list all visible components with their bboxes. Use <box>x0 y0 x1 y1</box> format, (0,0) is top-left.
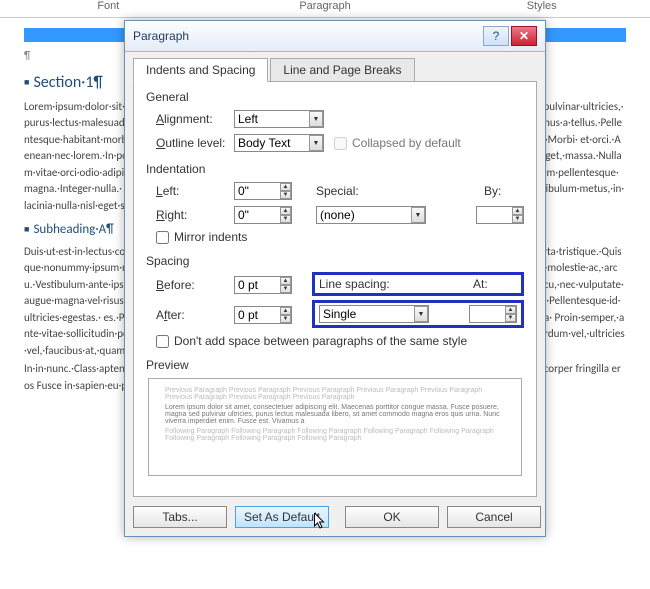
tab-indents-spacing[interactable]: Indents and Spacing <box>133 58 268 82</box>
group-title-preview: Preview <box>146 358 524 372</box>
spinner-icon[interactable]: ▲▼ <box>280 277 291 293</box>
dialog-tabs: Indents and Spacing Line and Page Breaks <box>125 52 545 82</box>
close-button[interactable]: ✕ <box>511 26 537 46</box>
preview-previous: Previous Paragraph Previous Paragraph Pr… <box>165 387 505 401</box>
help-button[interactable]: ? <box>483 26 509 46</box>
special-dropdown[interactable] <box>316 206 426 224</box>
dialog-titlebar[interactable]: Paragraph ? ✕ <box>125 21 545 52</box>
no-space-same-style-checkbox[interactable]: Don't add space between paragraphs of th… <box>146 334 524 348</box>
group-title-spacing: Spacing <box>146 254 524 268</box>
label-alignment: Alignment: <box>146 112 234 126</box>
tab-panel: General Alignment: ▼ Outline level: ▼ Co… <box>133 81 537 497</box>
spinner-icon[interactable]: ▲▼ <box>280 307 291 323</box>
spinner-icon[interactable]: ▲▼ <box>512 207 523 223</box>
dialog-buttons: Tabs... Set As Default OK Cancel <box>125 506 545 536</box>
ribbon-group-labels: Font Paragraph Styles <box>0 0 650 18</box>
spinner-icon[interactable]: ▲▼ <box>505 306 516 322</box>
label-right-indent: Right: <box>146 208 234 222</box>
cancel-button[interactable]: Cancel <box>447 506 541 528</box>
preview-current: Lorem ipsum dolor sit amet, consectetuer… <box>165 404 505 425</box>
label-after: After: <box>146 308 234 322</box>
dialog-title: Paragraph <box>133 29 481 43</box>
chevron-down-icon[interactable]: ▼ <box>414 306 428 322</box>
group-title-indentation: Indentation <box>146 162 524 176</box>
chevron-down-icon[interactable]: ▼ <box>411 207 425 223</box>
collapsed-checkbox-input <box>334 137 347 150</box>
chevron-down-icon[interactable]: ▼ <box>309 135 323 151</box>
label-left-indent: Left: <box>146 184 234 198</box>
label-by: By: <box>484 184 524 198</box>
group-spacing: Spacing Before: ▲▼ Line spacing: At: Aft… <box>146 254 524 348</box>
label-line-spacing: Line spacing: <box>319 277 409 291</box>
collapsed-checkbox: Collapsed by default <box>324 136 461 150</box>
spinner-icon[interactable]: ▲▼ <box>280 183 291 199</box>
mirror-indents-input[interactable] <box>156 231 169 244</box>
spinner-icon[interactable]: ▲▼ <box>280 207 291 223</box>
preview-box: Previous Paragraph Previous Paragraph Pr… <box>148 378 522 476</box>
no-space-same-style-input[interactable] <box>156 335 169 348</box>
group-title-general: General <box>146 90 524 104</box>
label-at: At: <box>473 277 517 291</box>
ok-button[interactable]: OK <box>345 506 439 528</box>
group-general: General Alignment: ▼ Outline level: ▼ Co… <box>146 90 524 152</box>
line-spacing-dropdown[interactable] <box>319 305 429 323</box>
chevron-down-icon[interactable]: ▼ <box>309 111 323 127</box>
mirror-indents-checkbox[interactable]: Mirror indents <box>146 230 524 244</box>
ribbon-group-paragraph: Paragraph <box>217 0 434 18</box>
label-outline-level: Outline level: <box>146 136 234 150</box>
tab-line-page-breaks[interactable]: Line and Page Breaks <box>270 58 414 82</box>
label-before: Before: <box>146 278 234 292</box>
group-indentation: Indentation Left: ▲▼ Special: By: Right:… <box>146 162 524 244</box>
ribbon-group-font: Font <box>0 0 217 18</box>
label-special: Special: <box>316 184 400 198</box>
paragraph-dialog: Paragraph ? ✕ Indents and Spacing Line a… <box>124 20 546 537</box>
group-preview: Preview Previous Paragraph Previous Para… <box>146 358 524 476</box>
preview-following: Following Paragraph Following Paragraph … <box>165 428 505 442</box>
set-as-default-button[interactable]: Set As Default <box>235 506 329 528</box>
tabs-button[interactable]: Tabs... <box>133 506 227 528</box>
ribbon-group-styles: Styles <box>433 0 650 18</box>
